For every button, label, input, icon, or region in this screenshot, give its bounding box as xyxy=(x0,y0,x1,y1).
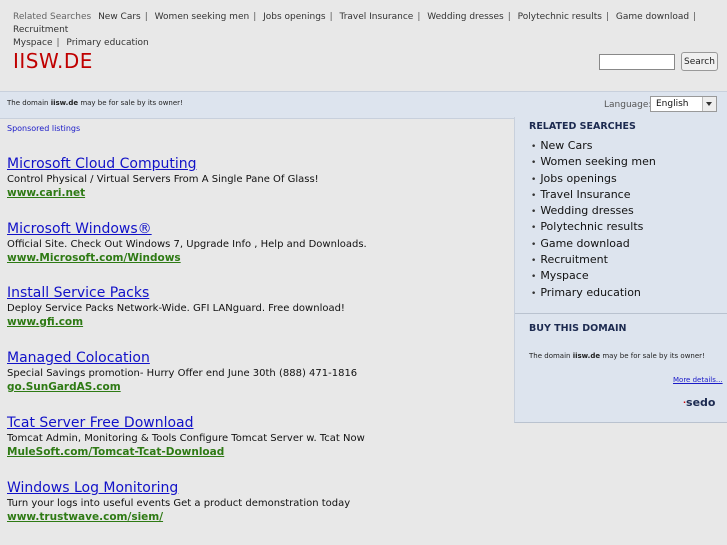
bullet-icon: • xyxy=(531,158,537,169)
related-item-label[interactable]: New Cars xyxy=(540,139,592,152)
buy-domain-heading: BUY THIS DOMAIN xyxy=(529,323,627,334)
related-item-label[interactable]: Wedding dresses xyxy=(540,204,633,217)
notice-text: The domain xyxy=(7,99,51,107)
buy-text: The domain xyxy=(529,352,573,360)
ad-title-link[interactable]: Managed Colocation xyxy=(7,350,507,367)
related-item-polytechnic-results[interactable]: • Polytechnic results xyxy=(531,220,656,236)
nav-separator: | xyxy=(144,12,148,22)
ad-url-link[interactable]: www.gfi.com xyxy=(7,315,507,329)
ad-url-link[interactable]: go.SunGardAS.com xyxy=(7,380,507,394)
related-item-game-download[interactable]: • Game download xyxy=(531,237,656,253)
sidebar: RELATED SEARCHES • New Cars • Women seekin… xyxy=(514,117,727,423)
language-value: English xyxy=(656,99,689,109)
nav-separator: | xyxy=(253,12,257,22)
ad-description: Control Physical / Virtual Servers From … xyxy=(7,174,319,185)
sedo-logo[interactable]: .sedo xyxy=(683,396,716,409)
related-searches-heading: RELATED SEARCHES xyxy=(529,121,636,132)
ad-description: Deploy Service Packs Network-Wide. GFI L… xyxy=(7,303,345,314)
ad-title-link[interactable]: Windows Log Monitoring xyxy=(7,480,507,497)
ad-description: Tomcat Admin, Monitoring & Tools Configu… xyxy=(7,433,365,444)
ad-url-link[interactable]: www.trustwave.com/siem/ xyxy=(7,510,507,524)
ad-description: Special Savings promotion- Hurry Offer e… xyxy=(7,368,358,379)
ad-title-link[interactable]: Tcat Server Free Download xyxy=(7,415,507,432)
notice-text: may be for sale by its owner! xyxy=(78,99,183,107)
sponsored-label[interactable]: Sponsored listings xyxy=(7,124,80,133)
related-item-primary-education[interactable]: • Primary education xyxy=(531,286,656,302)
related-item-label[interactable]: Polytechnic results xyxy=(540,220,643,233)
bullet-icon: • xyxy=(531,223,537,234)
site-logo[interactable]: IISW.DE xyxy=(13,49,93,73)
domain-sale-bar: The domain iisw.de may be for sale by it… xyxy=(0,91,727,119)
domain-sale-notice: The domain iisw.de may be for sale by it… xyxy=(7,99,183,107)
buy-domain-text: The domain iisw.de may be for sale by it… xyxy=(529,352,705,360)
bullet-icon: • xyxy=(531,272,537,283)
sidebar-divider xyxy=(515,313,727,314)
ad-description: Turn your logs into useful events Get a … xyxy=(7,498,351,509)
nav-separator: | xyxy=(329,12,333,22)
bullet-icon: • xyxy=(531,256,537,267)
related-searches-nav: Related Searches New Cars | Women seeking… xyxy=(13,11,713,50)
related-item-label[interactable]: Travel Insurance xyxy=(540,188,630,201)
sedo-brand: sedo xyxy=(686,396,716,409)
nav-link-primary-education[interactable]: Primary education xyxy=(66,38,148,48)
ad-listing: Managed Colocation Special Savings promo… xyxy=(7,350,507,394)
related-item-label[interactable]: Primary education xyxy=(540,286,641,299)
related-item-label[interactable]: Myspace xyxy=(540,269,588,282)
nav-link-polytechnic-results[interactable]: Polytechnic results xyxy=(518,12,602,22)
related-item-travel-insurance[interactable]: • Travel Insurance xyxy=(531,188,656,204)
language-select[interactable]: English xyxy=(650,96,717,112)
ad-title-link[interactable]: Microsoft Windows® xyxy=(7,221,507,238)
language-label: Language: xyxy=(604,100,652,110)
ad-listing: Tcat Server Free Download Tomcat Admin, … xyxy=(7,415,507,459)
nav-link-travel-insurance[interactable]: Travel Insurance xyxy=(340,12,414,22)
related-item-label[interactable]: Jobs openings xyxy=(540,172,616,185)
search-input[interactable] xyxy=(599,54,675,70)
related-item-recruitment[interactable]: • Recruitment xyxy=(531,253,656,269)
nav-link-women-seeking-men[interactable]: Women seeking men xyxy=(155,12,250,22)
ad-url-link[interactable]: MuleSoft.com/Tomcat-Tcat-Download xyxy=(7,445,507,459)
nav-link-recruitment[interactable]: Recruitment xyxy=(13,25,68,35)
bullet-icon: • xyxy=(531,190,537,201)
buy-domain: iisw.de xyxy=(572,352,601,360)
nav-link-new-cars[interactable]: New Cars xyxy=(98,12,141,22)
ad-title-link[interactable]: Microsoft Cloud Computing xyxy=(7,156,507,173)
related-item-wedding-dresses[interactable]: • Wedding dresses xyxy=(531,204,656,220)
nav-link-jobs-openings[interactable]: Jobs openings xyxy=(263,12,326,22)
ad-description: Official Site. Check Out Windows 7, Upgr… xyxy=(7,239,367,250)
notice-domain: iisw.de xyxy=(50,99,79,107)
ad-listing: Microsoft Windows® Official Site. Check … xyxy=(7,221,507,265)
related-item-myspace[interactable]: • Myspace xyxy=(531,269,656,285)
more-details-link[interactable]: More details... xyxy=(673,376,723,384)
bullet-icon: • xyxy=(531,174,537,185)
related-item-label[interactable]: Game download xyxy=(540,237,629,250)
related-item-label[interactable]: Women seeking men xyxy=(540,155,656,168)
related-item-jobs-openings[interactable]: • Jobs openings xyxy=(531,172,656,188)
ad-url-link[interactable]: www.Microsoft.com/Windows xyxy=(7,251,507,265)
ad-listing: Install Service Packs Deploy Service Pac… xyxy=(7,285,507,329)
search-button[interactable]: Search xyxy=(681,52,718,71)
nav-separator: | xyxy=(693,12,697,22)
dropdown-arrow-icon[interactable] xyxy=(702,97,716,111)
related-item-label[interactable]: Recruitment xyxy=(540,253,608,266)
related-searches-lead: Related Searches xyxy=(13,12,92,22)
ad-listing: Windows Log Monitoring Turn your logs in… xyxy=(7,480,507,524)
related-searches-list: • New Cars • Women seeking men • Jobs openi… xyxy=(531,139,656,302)
bullet-icon: • xyxy=(531,288,537,299)
nav-link-myspace[interactable]: Myspace xyxy=(13,38,53,48)
related-item-new-cars[interactable]: • New Cars xyxy=(531,139,656,155)
ad-url-link[interactable]: www.cari.net xyxy=(7,186,507,200)
bullet-icon: • xyxy=(531,207,537,218)
nav-link-game-download[interactable]: Game download xyxy=(616,12,689,22)
nav-separator: | xyxy=(605,12,610,22)
bullet-icon: • xyxy=(531,142,537,152)
buy-text: may be for sale by its owner! xyxy=(600,352,705,360)
nav-separator: | xyxy=(507,12,511,22)
bullet-icon: • xyxy=(531,239,537,250)
nav-separator: | xyxy=(56,38,60,48)
related-item-women-seeking-men[interactable]: • Women seeking men xyxy=(531,155,656,171)
ad-listing: Microsoft Cloud Computing Control Physic… xyxy=(7,156,507,200)
ad-title-link[interactable]: Install Service Packs xyxy=(7,285,507,302)
nav-separator: | xyxy=(417,12,421,22)
nav-link-wedding-dresses[interactable]: Wedding dresses xyxy=(427,12,503,22)
